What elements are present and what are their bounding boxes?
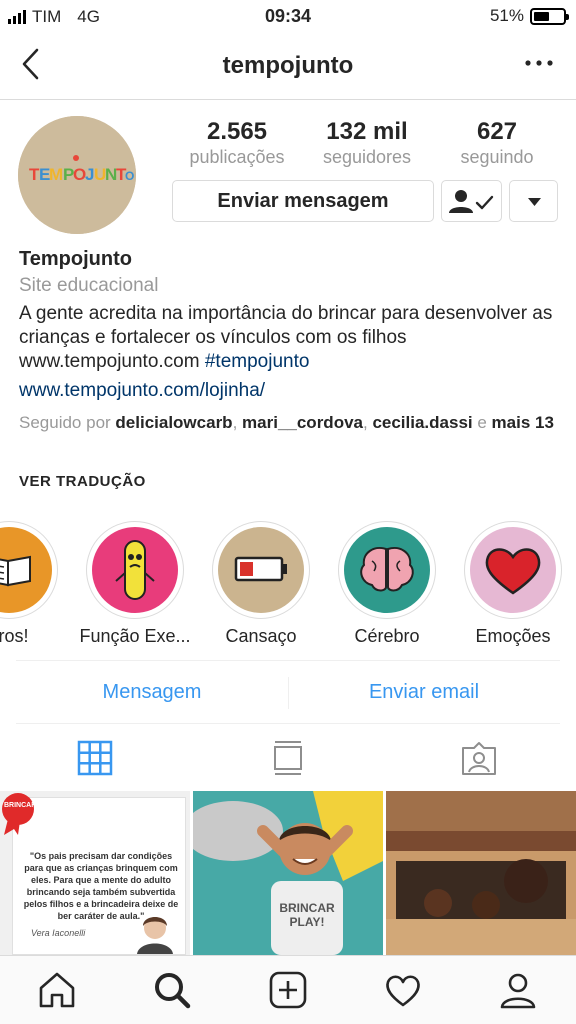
stat-following[interactable]: 627 seguindo [432, 118, 562, 168]
low-battery-icon [234, 556, 287, 582]
tagged-icon[interactable] [461, 740, 497, 776]
bio-link[interactable]: www.tempojunto.com/lojinha/ [19, 378, 559, 404]
follower-name: mari__cordova [242, 413, 363, 432]
home-icon[interactable] [37, 970, 77, 1010]
stat-value: 132 mil [326, 118, 408, 145]
send-message-button[interactable]: Enviar mensagem [172, 180, 434, 222]
bio-hashtag[interactable]: #tempojunto [205, 351, 310, 372]
highlight-livros[interactable] [0, 521, 58, 619]
see-translation-link[interactable]: VER TRADUÇÃO [19, 473, 146, 490]
more-options-icon[interactable] [522, 51, 556, 75]
stat-value: 627 [476, 118, 518, 145]
shirt-text: BRINCAR PLAY! [279, 901, 335, 929]
person-check-icon [449, 190, 494, 213]
brain-icon [360, 547, 414, 592]
highlight-funcao-executiva[interactable] [86, 521, 184, 619]
battery-icon [530, 7, 569, 25]
stat-posts[interactable]: 2.565 publicações [172, 118, 302, 168]
heart-icon [485, 548, 541, 595]
page-title: tempojunto [222, 52, 354, 79]
tempojunto-logo: T E M P O J U N T O [18, 116, 136, 234]
svg-text:O: O [125, 169, 134, 183]
profile-avatar[interactable]: T E M P O J U N T O [18, 116, 136, 234]
top-nav: tempojunto [0, 34, 576, 100]
profile-bio: Tempojunto Site educacional A gente acre… [19, 246, 559, 434]
status-bar: TIM 4G 09:34 51% [0, 0, 576, 34]
post-author: Vera Iaconelli [31, 928, 86, 938]
highlight-cansaco[interactable] [212, 521, 310, 619]
stat-label: publicações [189, 147, 285, 167]
bottom-tab-bar [0, 955, 576, 1024]
followed-more: mais 13 [491, 413, 554, 432]
follower-name: delicialowcarb [115, 413, 233, 432]
profile-stats: 2.565 publicações 132 mil seguidores 627… [172, 118, 562, 168]
igtv-feed-icon[interactable] [270, 740, 306, 776]
stat-label: seguidores [322, 147, 412, 167]
bio-text: A gente acredita na importância do brinc… [19, 302, 559, 374]
highlight-emocoes[interactable] [464, 521, 562, 619]
author-portrait [137, 917, 173, 954]
followed-and: e [472, 413, 492, 432]
profile-icon[interactable] [498, 970, 538, 1010]
highlight-label: vros! [0, 626, 29, 646]
posts-grid: "Os pais precisam dar condições para que… [0, 791, 576, 955]
suggestions-dropdown-button[interactable] [509, 180, 558, 222]
search-icon[interactable] [152, 970, 192, 1010]
stat-value: 2.565 [206, 118, 268, 145]
following-button[interactable] [441, 180, 502, 222]
highlight-label: Função Exe... [79, 626, 191, 646]
highlight-label: Emoções [475, 626, 551, 646]
stat-label: seguindo [460, 147, 534, 167]
profile-tabs [0, 724, 576, 790]
grid-view-icon[interactable] [77, 740, 113, 776]
ribbon-badge-icon [2, 793, 34, 835]
follower-name: cecilia.dassi [372, 413, 473, 432]
followed-by[interactable]: Seguido por delicialowcarb, mari__cordov… [19, 412, 559, 434]
caret-down-icon [528, 198, 541, 206]
activity-heart-icon[interactable] [383, 970, 423, 1010]
svg-text:M: M [49, 165, 63, 184]
post-thumbnail[interactable]: "Os pais precisam dar condições para que… [0, 791, 190, 955]
character-icon [115, 540, 155, 600]
kids-box-photo [386, 791, 576, 955]
followed-prefix: Seguido por [19, 413, 116, 432]
profile-category: Site educacional [19, 275, 159, 296]
highlight-label: Cansaço [225, 626, 297, 646]
message-link[interactable]: Mensagem [16, 681, 288, 704]
badge-label: BRINCAR [4, 802, 37, 809]
stat-followers[interactable]: 132 mil seguidores [302, 118, 432, 168]
post-thumbnail[interactable] [386, 791, 576, 955]
battery-percent: 51% [489, 6, 524, 25]
boy-photo [193, 791, 383, 955]
contact-bar: Mensagem Enviar email [16, 660, 560, 724]
profile-name: Tempojunto [19, 248, 132, 270]
send-email-link[interactable]: Enviar email [288, 681, 560, 704]
highlight-cerebro[interactable] [338, 521, 436, 619]
highlight-label: Cérebro [354, 626, 420, 646]
new-post-icon[interactable] [268, 970, 308, 1010]
post-thumbnail[interactable]: BRINCAR PLAY! [193, 791, 383, 955]
